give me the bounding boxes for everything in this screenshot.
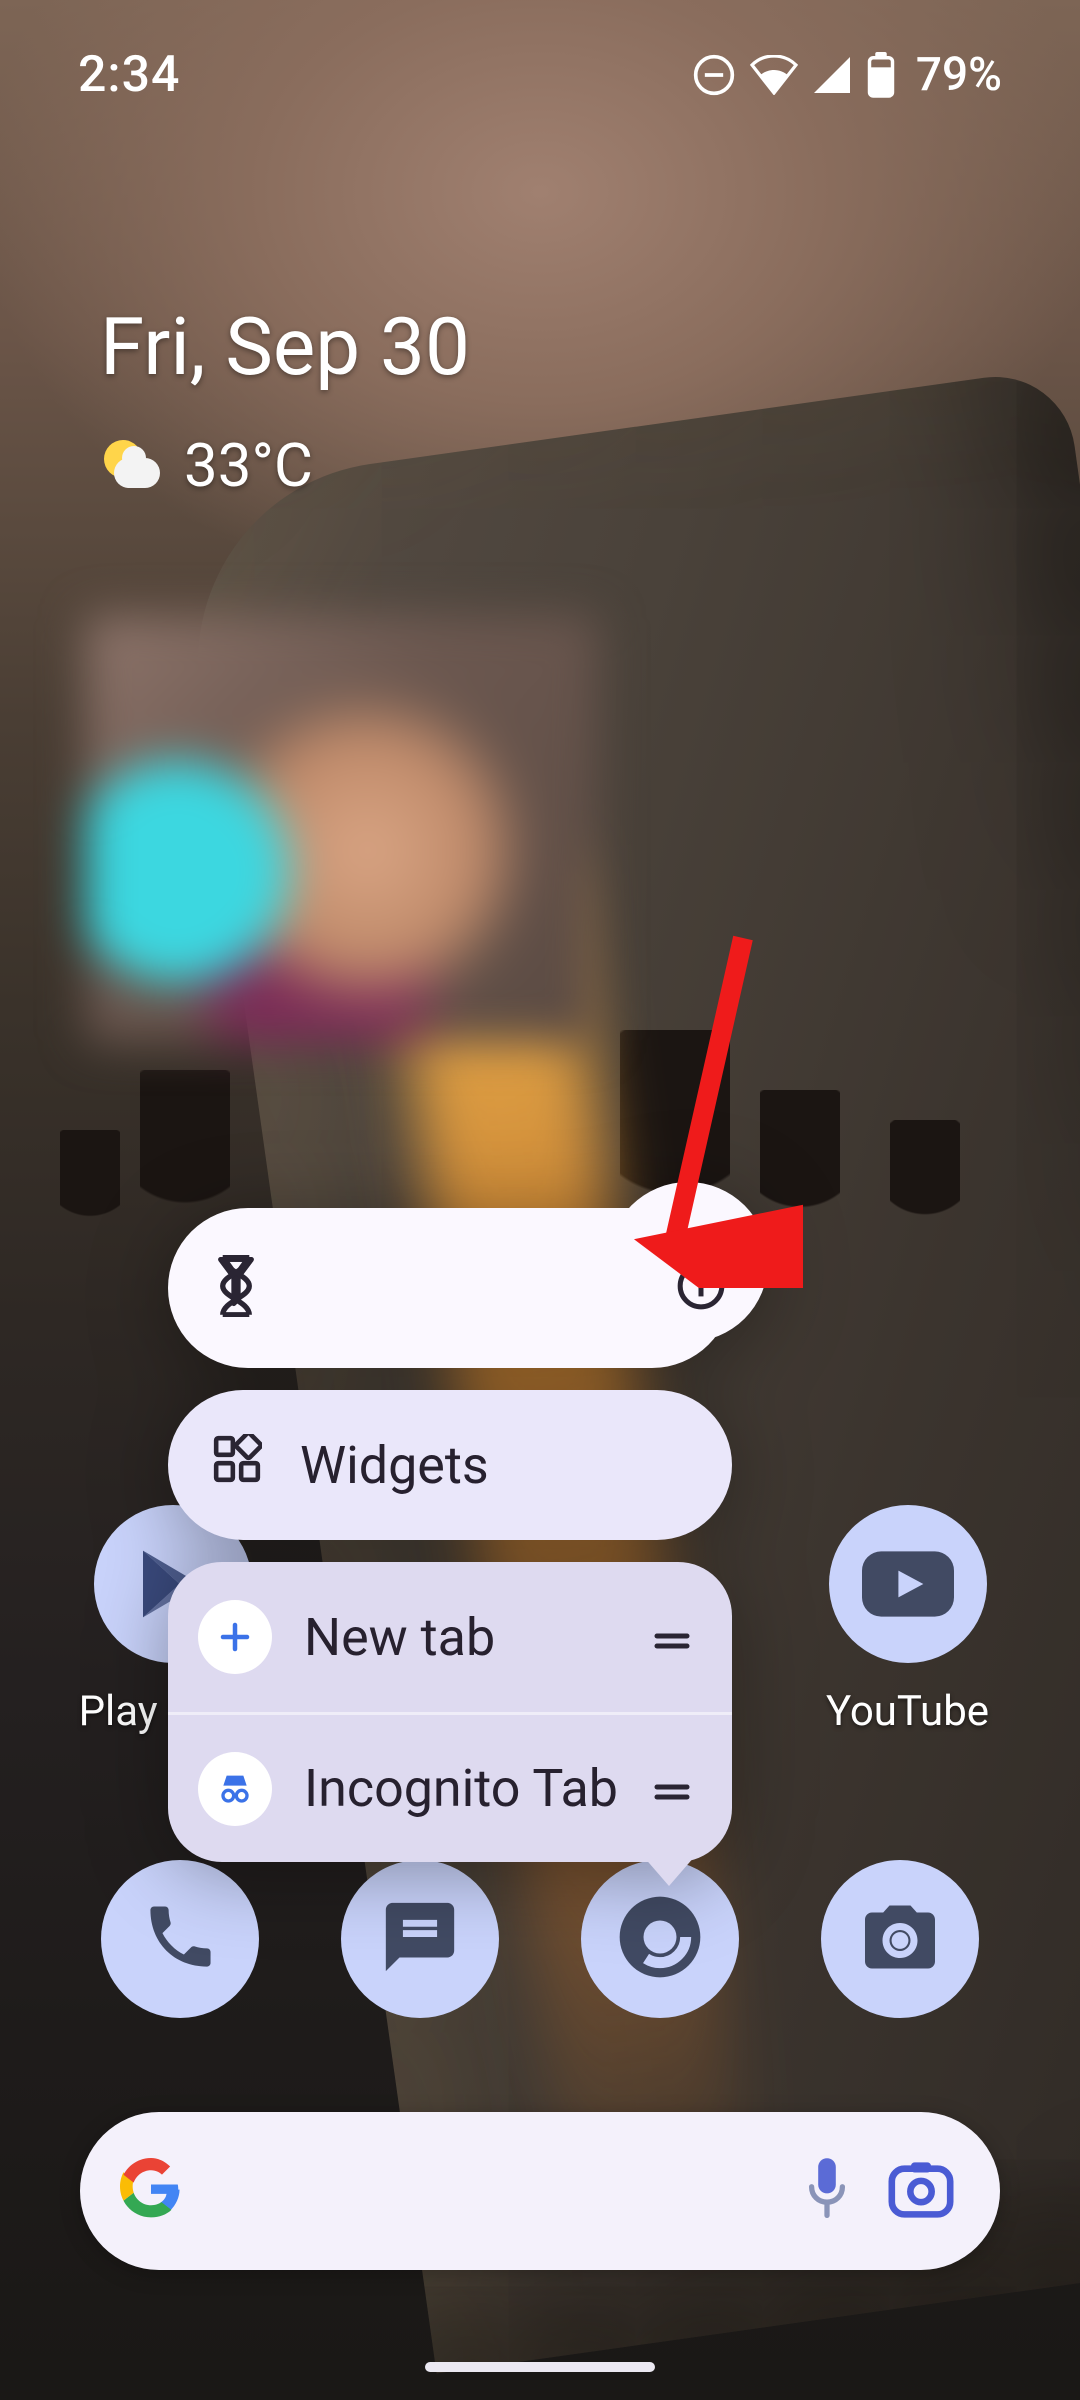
status-time: 2:34 — [78, 46, 180, 104]
messages-app[interactable] — [341, 1860, 499, 2018]
incognito-icon — [198, 1752, 272, 1826]
app-youtube[interactable]: YouTube — [808, 1505, 1008, 1736]
popup-top-actions — [168, 1208, 732, 1368]
gesture-nav-handle[interactable] — [425, 2362, 655, 2372]
widgets-button[interactable]: Widgets — [168, 1390, 732, 1540]
app-info-button[interactable] — [676, 1261, 726, 1315]
lens-icon[interactable] — [888, 2159, 954, 2223]
photos-widget[interactable] — [86, 615, 598, 1043]
phone-icon — [141, 1898, 219, 1980]
phone-app[interactable] — [101, 1860, 259, 2018]
dnd-icon — [692, 53, 736, 97]
app-label: YouTube — [826, 1687, 989, 1736]
plus-icon — [198, 1600, 272, 1674]
messages-icon — [379, 1896, 461, 1982]
chrome-icon — [616, 1893, 704, 1985]
mic-icon[interactable] — [800, 2156, 854, 2226]
home-screen: 2:34 — [0, 0, 1080, 2400]
widgets-icon — [212, 1434, 262, 1497]
google-g-icon — [120, 2158, 182, 2224]
shortcut-new-tab[interactable]: New tab — [168, 1562, 732, 1712]
battery-percentage: 79% — [916, 48, 1002, 102]
camera-app[interactable] — [821, 1860, 979, 2018]
widgets-label: Widgets — [300, 1435, 489, 1496]
weather-icon — [100, 436, 160, 496]
shortcut-label: New tab — [304, 1607, 495, 1668]
temperature-label: 33°C — [184, 430, 313, 501]
shortcut-list: New tab — [168, 1562, 732, 1862]
at-a-glance-widget[interactable]: Fri, Sep 30 33°C — [100, 300, 470, 501]
google-search-bar[interactable] — [80, 2112, 1000, 2270]
wifi-icon — [750, 55, 798, 95]
dock — [0, 1860, 1080, 2018]
date-label: Fri, Sep 30 — [100, 300, 470, 394]
shortcut-label: Incognito Tab — [304, 1758, 618, 1819]
signal-icon — [812, 55, 852, 95]
youtube-icon — [829, 1505, 987, 1663]
camera-icon — [858, 1895, 942, 1983]
drag-handle-icon[interactable] — [652, 1607, 692, 1668]
battery-icon — [866, 52, 896, 98]
status-bar: 2:34 — [0, 0, 1080, 150]
shortcut-incognito-tab[interactable]: Incognito Tab — [168, 1712, 732, 1862]
drag-handle-icon[interactable] — [652, 1758, 692, 1819]
pause-app-icon[interactable] — [212, 1255, 260, 1321]
